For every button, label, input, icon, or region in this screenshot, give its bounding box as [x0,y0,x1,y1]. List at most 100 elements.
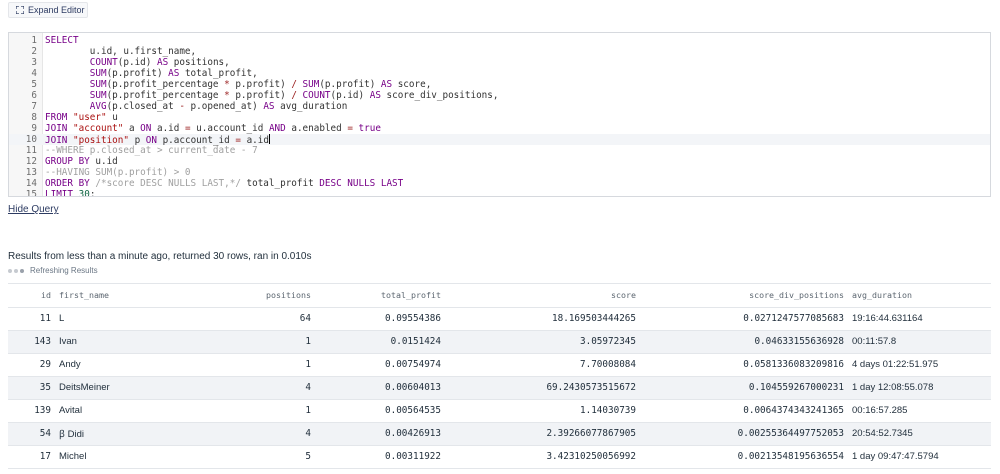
table-cell-avg-duration: 4 days 01:22:51.975 [848,353,991,377]
code-text: --HAVING SUM(p.profit) > 0 [45,167,191,178]
line-number: 7 [31,101,37,112]
table-cell-score: 1.14030739 [445,399,640,423]
code-line[interactable]: 3 COUNT(p.id) AS positions, [9,57,990,68]
table-row[interactable]: 29 Andy 1 0.00754974 7.70008084 0.05813360832… [8,353,991,377]
code-line[interactable]: 11 --WHERE p.closed_at > current_date - 7 [9,145,990,156]
column-header-avg-duration[interactable]: avg_duration [848,284,991,308]
results-table-container[interactable]: id first_name positions total_profit sco… [8,283,991,474]
table-row[interactable]: 143 Ivan 1 0.0151424 3.05972345 0.04633155636… [8,330,991,354]
line-number: 2 [31,46,37,57]
text-cursor [268,134,270,144]
line-number: 6 [31,90,37,101]
expand-icon [16,6,24,14]
table-cell-score-div-positions: 0.00213548195636554 [640,445,848,469]
code-line[interactable]: 13 --HAVING SUM(p.profit) > 0 [9,167,990,178]
table-cell-total-profit: 0.00426913 [315,422,445,446]
table-cell-id: 143 [8,330,55,354]
table-cell-id: 139 [8,399,55,423]
column-header-total-profit[interactable]: total_profit [315,284,445,308]
sql-editor[interactable]: 1 SELECT 2 u.id, u.first_name, 3 COUNT(p.id… [8,32,991,197]
table-cell-score: 3.42310250056992 [445,445,640,469]
table-cell-first-name: Andy [55,353,205,377]
table-cell-avg-duration: 00:11:57.8 [848,330,991,354]
code-text: JOIN "account" a ON a.id = u.account_id … [45,123,381,134]
table-cell-first-name: DeitsMeiner [55,376,205,400]
line-number: 11 [25,145,37,156]
code-line[interactable]: 1 SELECT [9,35,990,46]
table-cell-total-profit: 0.0151424 [315,330,445,354]
table-cell-positions: 1 [205,399,315,423]
table-cell-score: 18.169503444265 [445,307,640,331]
line-number: 10 [25,134,37,145]
table-cell-positions: 4 [205,376,315,400]
code-line[interactable]: 10 JOIN "position" p ON p.account_id = a.… [9,134,990,146]
line-number: 15 [25,189,37,197]
table-row[interactable]: 54 ꞵ Didi 4 0.00426913 2.39266077867905 0.002… [8,422,991,446]
table-cell-score-div-positions: 0.104559267000231 [640,376,848,400]
refreshing-indicator: Refreshing Results [8,266,98,275]
hide-query-link[interactable]: Hide Query [8,204,59,215]
code-line[interactable]: 12 GROUP BY u.id [9,156,990,167]
table-cell-score-div-positions: 0.04633155636928 [640,330,848,354]
table-cell-positions: 64 [205,307,315,331]
table-cell-id: 35 [8,376,55,400]
code-text: SUM(p.profit_percentage * p.profit) / CO… [89,90,499,101]
table-cell-score: 2.39266077867905 [445,422,640,446]
code-line[interactable]: 8 FROM "user" u [9,112,990,123]
code-line[interactable]: 7 AVG(p.closed_at - p.opened_at) AS avg_… [9,101,990,112]
loading-dots-icon [8,268,24,273]
code-line[interactable]: 9 JOIN "account" a ON a.id = u.account_id… [9,123,990,134]
code-text: GROUP BY u.id [45,156,118,167]
table-cell-total-profit: 0.09554386 [315,307,445,331]
table-cell-score-div-positions: 0.00255364497752053 [640,422,848,446]
line-number: 1 [31,35,37,46]
code-line[interactable]: 14 ORDER BY /*score DESC NULLS LAST,*/ to… [9,178,990,189]
code-text: FROM "user" u [45,112,118,123]
table-cell-score: 3.05972345 [445,330,640,354]
table-cell-score-div-positions: 0.0271247577085683 [640,307,848,331]
table-row[interactable]: 139 Avital 1 0.00564535 1.14030739 0.00643743… [8,399,991,423]
table-row[interactable]: 17 Michel 5 0.00311922 3.42310250056992 0.002… [8,445,991,469]
results-table: id first_name positions total_profit sco… [8,284,991,469]
results-summary: Results from less than a minute ago, ret… [8,251,312,262]
table-cell-score-div-positions: 0.0064374343241365 [640,399,848,423]
table-cell-first-name: ꞵ Didi [55,422,205,446]
line-number: 8 [31,112,37,123]
column-header-score-div-positions[interactable]: score_div_positions [640,284,848,308]
column-header-positions[interactable]: positions [205,284,315,308]
code-text: SUM(p.profit) AS total_profit, [89,68,258,79]
table-cell-first-name: Ivan [55,330,205,354]
column-header-score[interactable]: score [445,284,640,308]
table-cell-avg-duration: 1 day 09:47:47.5794 [848,445,991,469]
column-header-first-name[interactable]: first_name [55,284,205,308]
code-line[interactable]: 6 SUM(p.profit_percentage * p.profit) / … [9,90,990,101]
column-header-id[interactable]: id [8,284,55,308]
line-number: 3 [31,57,37,68]
expand-editor-button[interactable]: Expand Editor [8,2,88,18]
code-text: COUNT(p.id) AS positions, [89,57,230,68]
table-cell-avg-duration: 1 day 12:08:55.078 [848,376,991,400]
table-cell-score: 7.70008084 [445,353,640,377]
table-cell-avg-duration: 20:54:52.7345 [848,422,991,446]
code-text: SELECT [45,35,79,46]
code-line[interactable]: 15 LIMIT 30; [9,189,990,197]
table-cell-id: 17 [8,445,55,469]
line-number: 12 [25,156,37,167]
line-number: 14 [25,178,37,189]
line-number: 5 [31,79,37,90]
table-cell-positions: 5 [205,445,315,469]
table-cell-id: 29 [8,353,55,377]
table-cell-avg-duration: 19:16:44.631164 [848,307,991,331]
code-text: LIMIT 30; [45,189,96,197]
table-cell-total-profit: 0.00604013 [315,376,445,400]
table-cell-positions: 1 [205,330,315,354]
table-row[interactable]: 35 DeitsMeiner 4 0.00604013 69.2430573515672… [8,376,991,400]
table-cell-first-name: Michel [55,445,205,469]
code-line[interactable]: 4 SUM(p.profit) AS total_profit, [9,68,990,79]
refreshing-label: Refreshing Results [30,266,98,275]
expand-editor-label: Expand Editor [28,5,85,15]
code-line[interactable]: 5 SUM(p.profit_percentage * p.profit) / … [9,79,990,90]
table-cell-positions: 4 [205,422,315,446]
table-row[interactable]: 11 L 64 0.09554386 18.169503444265 0.02712475… [8,307,991,331]
code-line[interactable]: 2 u.id, u.first_name, [9,46,990,57]
